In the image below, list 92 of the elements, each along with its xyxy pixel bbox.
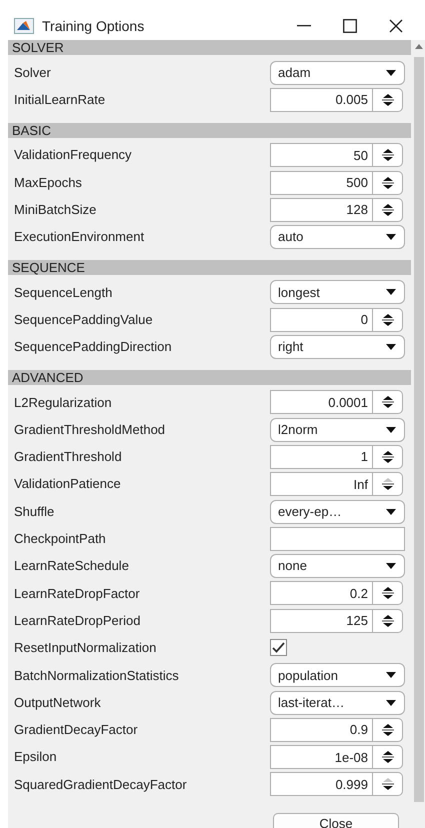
dropdown[interactable]: population [270, 663, 405, 688]
property-label: InitialLearnRate [14, 91, 106, 110]
spinner-button[interactable] [373, 170, 403, 195]
property-label: BatchNormalizationStatistics [14, 666, 180, 685]
property-label: ResetInputNormalization [14, 639, 158, 658]
property-label: L2Regularization [14, 394, 113, 412]
number-field[interactable]: 125 [270, 608, 373, 633]
up-down-arrows-icon [382, 450, 394, 464]
spinner-button[interactable] [373, 745, 403, 770]
dropdown[interactable]: auto [270, 225, 405, 250]
up-down-arrows-icon [382, 92, 394, 107]
spinner-button[interactable] [373, 581, 403, 606]
property-label: GradientThreshold [14, 448, 123, 466]
number-field[interactable]: 1 [270, 444, 373, 469]
section-header: SEQUENCE [8, 260, 411, 275]
number-field[interactable]: 0.9 [270, 718, 373, 742]
property-label: MiniBatchSize [14, 201, 98, 220]
section-header: BASIC [8, 122, 411, 138]
close-button[interactable]: Close [273, 813, 399, 828]
caret-icon [386, 563, 396, 570]
number-field[interactable]: 0.2 [270, 581, 373, 606]
property-label: CheckpointPath [14, 530, 107, 548]
property-label: LearnRateSchedule [14, 557, 130, 576]
maximize-icon [343, 19, 357, 33]
property-label: OutputNetwork [14, 694, 102, 712]
property-label: GradientDecayFactor [14, 721, 139, 740]
number-field[interactable]: 0.005 [270, 88, 373, 112]
window-title: Training Options [42, 16, 146, 36]
dropdown[interactable]: none [270, 554, 405, 578]
property-label: LearnRateDropFactor [14, 584, 141, 603]
spinner-button[interactable] [373, 88, 403, 112]
minimize-icon [297, 25, 311, 27]
number-field[interactable]: 50 [270, 143, 373, 168]
property-label: SquaredGradientDecayFactor [14, 776, 188, 794]
property-label: ValidationPatience [14, 475, 122, 494]
property-label: SequenceLength [14, 284, 114, 302]
property-label: ValidationFrequency [14, 146, 133, 164]
up-down-arrows-icon [382, 777, 394, 792]
spinner-button[interactable] [373, 718, 403, 742]
property-label: GradientThresholdMethod [14, 420, 166, 439]
property-label: Shuffle [14, 502, 56, 521]
number-field[interactable]: 128 [270, 198, 373, 222]
spinner-button[interactable] [373, 308, 403, 332]
caret-icon [386, 426, 396, 433]
number-field[interactable]: Inf [270, 472, 373, 496]
spinner-button[interactable] [373, 143, 403, 168]
up-down-arrows-icon [382, 202, 394, 217]
dropdown[interactable]: last-iterat… [270, 690, 405, 715]
property-label: SequencePaddingDirection [14, 338, 173, 356]
spinner-button[interactable] [373, 390, 403, 414]
caret-icon [386, 234, 396, 240]
spinner-button[interactable] [373, 608, 403, 633]
close-icon [389, 19, 403, 33]
up-down-arrows-icon [382, 750, 394, 764]
up-down-arrows-icon [382, 176, 394, 190]
property-label: Solver [14, 64, 52, 82]
up-down-arrows-icon [382, 722, 394, 737]
number-field[interactable]: 1e-08 [270, 745, 373, 770]
caret-icon [386, 70, 396, 76]
checkbox[interactable] [270, 639, 287, 656]
up-down-arrows-icon [382, 312, 394, 327]
spinner-button[interactable] [373, 198, 403, 222]
caret-icon [386, 700, 396, 706]
number-field[interactable]: 500 [270, 170, 373, 195]
property-label: MaxEpochs [14, 174, 83, 192]
caret-icon [386, 289, 396, 296]
caret-icon [386, 508, 396, 514]
dropdown[interactable]: l2norm [270, 418, 405, 442]
dropdown[interactable]: right [270, 335, 405, 360]
scroll-up-icon [415, 44, 423, 49]
property-label: LearnRateDropPeriod [14, 612, 142, 630]
section-header: SOLVER [8, 40, 411, 55]
up-down-arrows-icon [382, 477, 394, 492]
dropdown[interactable]: every-ep… [270, 500, 405, 524]
dropdown[interactable]: adam [270, 60, 405, 85]
property-label: ExecutionEnvironment [14, 228, 146, 246]
caret-icon [386, 344, 396, 350]
caret-icon [386, 672, 396, 678]
up-down-arrows-icon [382, 614, 394, 628]
up-down-arrows-icon [382, 586, 394, 600]
up-down-arrows-icon [382, 395, 394, 410]
text-field[interactable] [270, 526, 405, 551]
dropdown[interactable]: longest [270, 280, 405, 304]
number-field[interactable]: 0 [270, 308, 373, 332]
property-label: SequencePaddingValue [14, 310, 154, 329]
property-label: Epsilon [14, 748, 58, 766]
spinner-button[interactable] [373, 444, 403, 469]
up-down-arrows-icon [382, 148, 394, 162]
number-field[interactable]: 0.0001 [270, 390, 373, 414]
app-icon [14, 18, 34, 34]
section-header: ADVANCED [8, 370, 411, 385]
number-field[interactable]: 0.999 [270, 772, 373, 796]
